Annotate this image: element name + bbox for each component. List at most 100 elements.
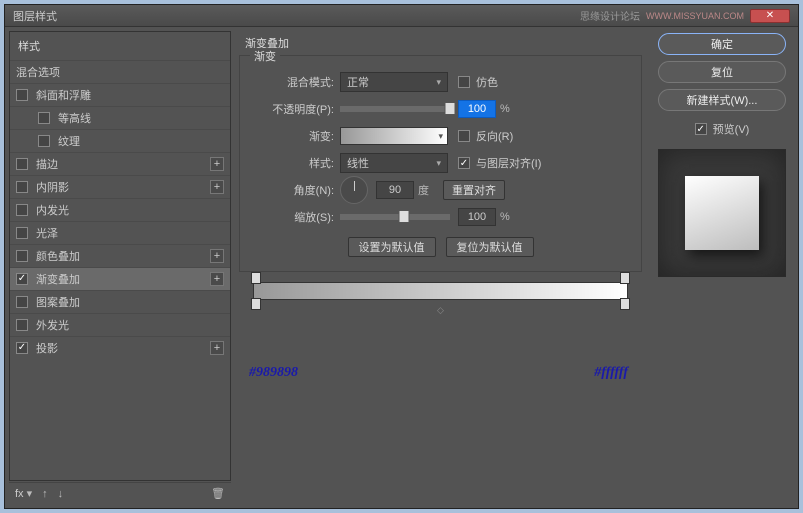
add-effect-icon[interactable]: + (210, 341, 224, 355)
effect-label: 内阴影 (36, 179, 69, 195)
watermark-url: WWW.MISSYUAN.COM (646, 11, 744, 21)
watermark-text: 思缘设计论坛 (580, 8, 640, 23)
midpoint-icon[interactable]: ◇ (437, 305, 444, 316)
move-down-icon[interactable]: ↓ (58, 488, 64, 500)
sidebar-item-7[interactable]: 颜色叠加 + (10, 244, 230, 267)
sidebar-item-4[interactable]: 内阴影 + (10, 175, 230, 198)
effect-label: 斜面和浮雕 (36, 87, 91, 103)
effect-checkbox[interactable] (16, 227, 28, 239)
opacity-slider[interactable] (340, 106, 450, 112)
preview-box (658, 149, 786, 277)
sidebar-item-8[interactable]: 渐变叠加 + (10, 267, 230, 290)
add-effect-icon[interactable]: + (210, 180, 224, 194)
opacity-stop-right[interactable] (620, 272, 630, 284)
hex-right-label: #ffffff (594, 365, 628, 381)
gradient-label: 渐变: (248, 128, 334, 144)
angle-input[interactable]: 90 (376, 181, 414, 199)
angle-dial[interactable] (340, 176, 368, 204)
dither-checkbox[interactable] (458, 76, 470, 88)
panel-title: 渐变叠加 (245, 35, 642, 51)
right-column: 确定 复位 新建样式(W)... 预览(V) (650, 31, 794, 481)
effect-checkbox[interactable] (16, 319, 28, 331)
sidebar-item-5[interactable]: 内发光 (10, 198, 230, 221)
cancel-button[interactable]: 复位 (658, 61, 786, 83)
add-effect-icon[interactable]: + (210, 249, 224, 263)
reset-align-button[interactable]: 重置对齐 (443, 180, 505, 200)
align-checkbox[interactable] (458, 157, 470, 169)
new-style-button[interactable]: 新建样式(W)... (658, 89, 786, 111)
style-select[interactable]: 线性▾ (340, 153, 448, 173)
preview-swatch (685, 176, 759, 250)
effect-label: 渐变叠加 (36, 271, 80, 287)
sidebar-item-1[interactable]: 等高线 (10, 106, 230, 129)
effect-label: 外发光 (36, 317, 69, 333)
effect-label: 描边 (36, 156, 58, 172)
gradient-picker[interactable]: ▾ (340, 127, 448, 145)
close-button[interactable]: ✕ (750, 9, 790, 23)
sidebar-blending-options[interactable]: 混合选项 (10, 60, 230, 83)
effect-checkbox[interactable] (16, 89, 28, 101)
opacity-stop-left[interactable] (251, 272, 261, 284)
effect-checkbox[interactable] (16, 158, 28, 170)
sidebar-item-0[interactable]: 斜面和浮雕 (10, 83, 230, 106)
effect-checkbox[interactable] (16, 250, 28, 262)
sidebar-item-2[interactable]: 纹理 (10, 129, 230, 152)
set-default-button[interactable]: 设置为默认值 (348, 237, 436, 257)
gradient-editor[interactable]: ◇ (253, 282, 628, 300)
effect-checkbox[interactable] (16, 296, 28, 308)
hex-left-label: #989898 (249, 365, 298, 381)
color-stop-right[interactable] (620, 298, 630, 310)
sidebar-item-6[interactable]: 光泽 (10, 221, 230, 244)
effect-checkbox[interactable] (16, 342, 28, 354)
style-label: 样式: (248, 155, 334, 171)
gradient-group: 渐变 混合模式: 正常▾ 仿色 不透明度(P): 100 % 渐变: (239, 55, 642, 272)
styles-sidebar: 样式 混合选项 斜面和浮雕等高线纹理描边+内阴影+内发光光泽颜色叠加+渐变叠加+… (9, 31, 231, 481)
scale-input[interactable]: 100 (458, 208, 496, 226)
layer-style-dialog: 图层样式 思缘设计论坛 WWW.MISSYUAN.COM ✕ 样式 混合选项 斜… (4, 4, 799, 509)
effect-label: 图案叠加 (36, 294, 80, 310)
effect-label: 投影 (36, 340, 58, 356)
gradient-bar[interactable] (253, 282, 628, 300)
add-effect-icon[interactable]: + (210, 157, 224, 171)
sidebar-item-9[interactable]: 图案叠加 (10, 290, 230, 313)
chevron-down-icon: ▾ (436, 158, 441, 169)
effect-label: 等高线 (58, 110, 91, 126)
chevron-down-icon: ▾ (438, 131, 443, 142)
effect-label: 颜色叠加 (36, 248, 80, 264)
effect-label: 光泽 (36, 225, 58, 241)
effect-checkbox[interactable] (16, 273, 28, 285)
center-panel: 渐变叠加 渐变 混合模式: 正常▾ 仿色 不透明度(P): 100 % (231, 31, 650, 481)
sidebar-item-11[interactable]: 投影 + (10, 336, 230, 359)
reverse-label: 反向(R) (476, 128, 513, 144)
effect-checkbox[interactable] (38, 135, 50, 147)
trash-icon[interactable]: 🗑 (211, 487, 225, 500)
effect-label: 内发光 (36, 202, 69, 218)
ok-button[interactable]: 确定 (658, 33, 786, 55)
scale-slider[interactable] (340, 214, 450, 220)
reverse-checkbox[interactable] (458, 130, 470, 142)
align-label: 与图层对齐(I) (476, 155, 541, 171)
window-title: 图层样式 (13, 8, 57, 24)
opacity-input[interactable]: 100 (458, 100, 496, 118)
angle-label: 角度(N): (248, 182, 334, 198)
fx-menu-icon[interactable]: fx ▾ (15, 487, 32, 500)
dither-label: 仿色 (476, 74, 498, 90)
effect-checkbox[interactable] (38, 112, 50, 124)
reset-default-button[interactable]: 复位为默认值 (446, 237, 534, 257)
group-legend: 渐变 (250, 48, 280, 64)
effect-checkbox[interactable] (16, 181, 28, 193)
scale-label: 缩放(S): (248, 209, 334, 225)
opacity-label: 不透明度(P): (248, 101, 334, 117)
chevron-down-icon: ▾ (436, 77, 441, 88)
effect-checkbox[interactable] (16, 204, 28, 216)
sidebar-item-3[interactable]: 描边 + (10, 152, 230, 175)
blend-mode-select[interactable]: 正常▾ (340, 72, 448, 92)
sidebar-item-10[interactable]: 外发光 (10, 313, 230, 336)
sidebar-footer: fx ▾ ↑ ↓ 🗑 (9, 482, 231, 504)
effect-label: 纹理 (58, 133, 80, 149)
preview-checkbox[interactable] (695, 123, 707, 135)
move-up-icon[interactable]: ↑ (42, 488, 48, 500)
color-stop-left[interactable] (251, 298, 261, 310)
blend-mode-label: 混合模式: (248, 74, 334, 90)
add-effect-icon[interactable]: + (210, 272, 224, 286)
